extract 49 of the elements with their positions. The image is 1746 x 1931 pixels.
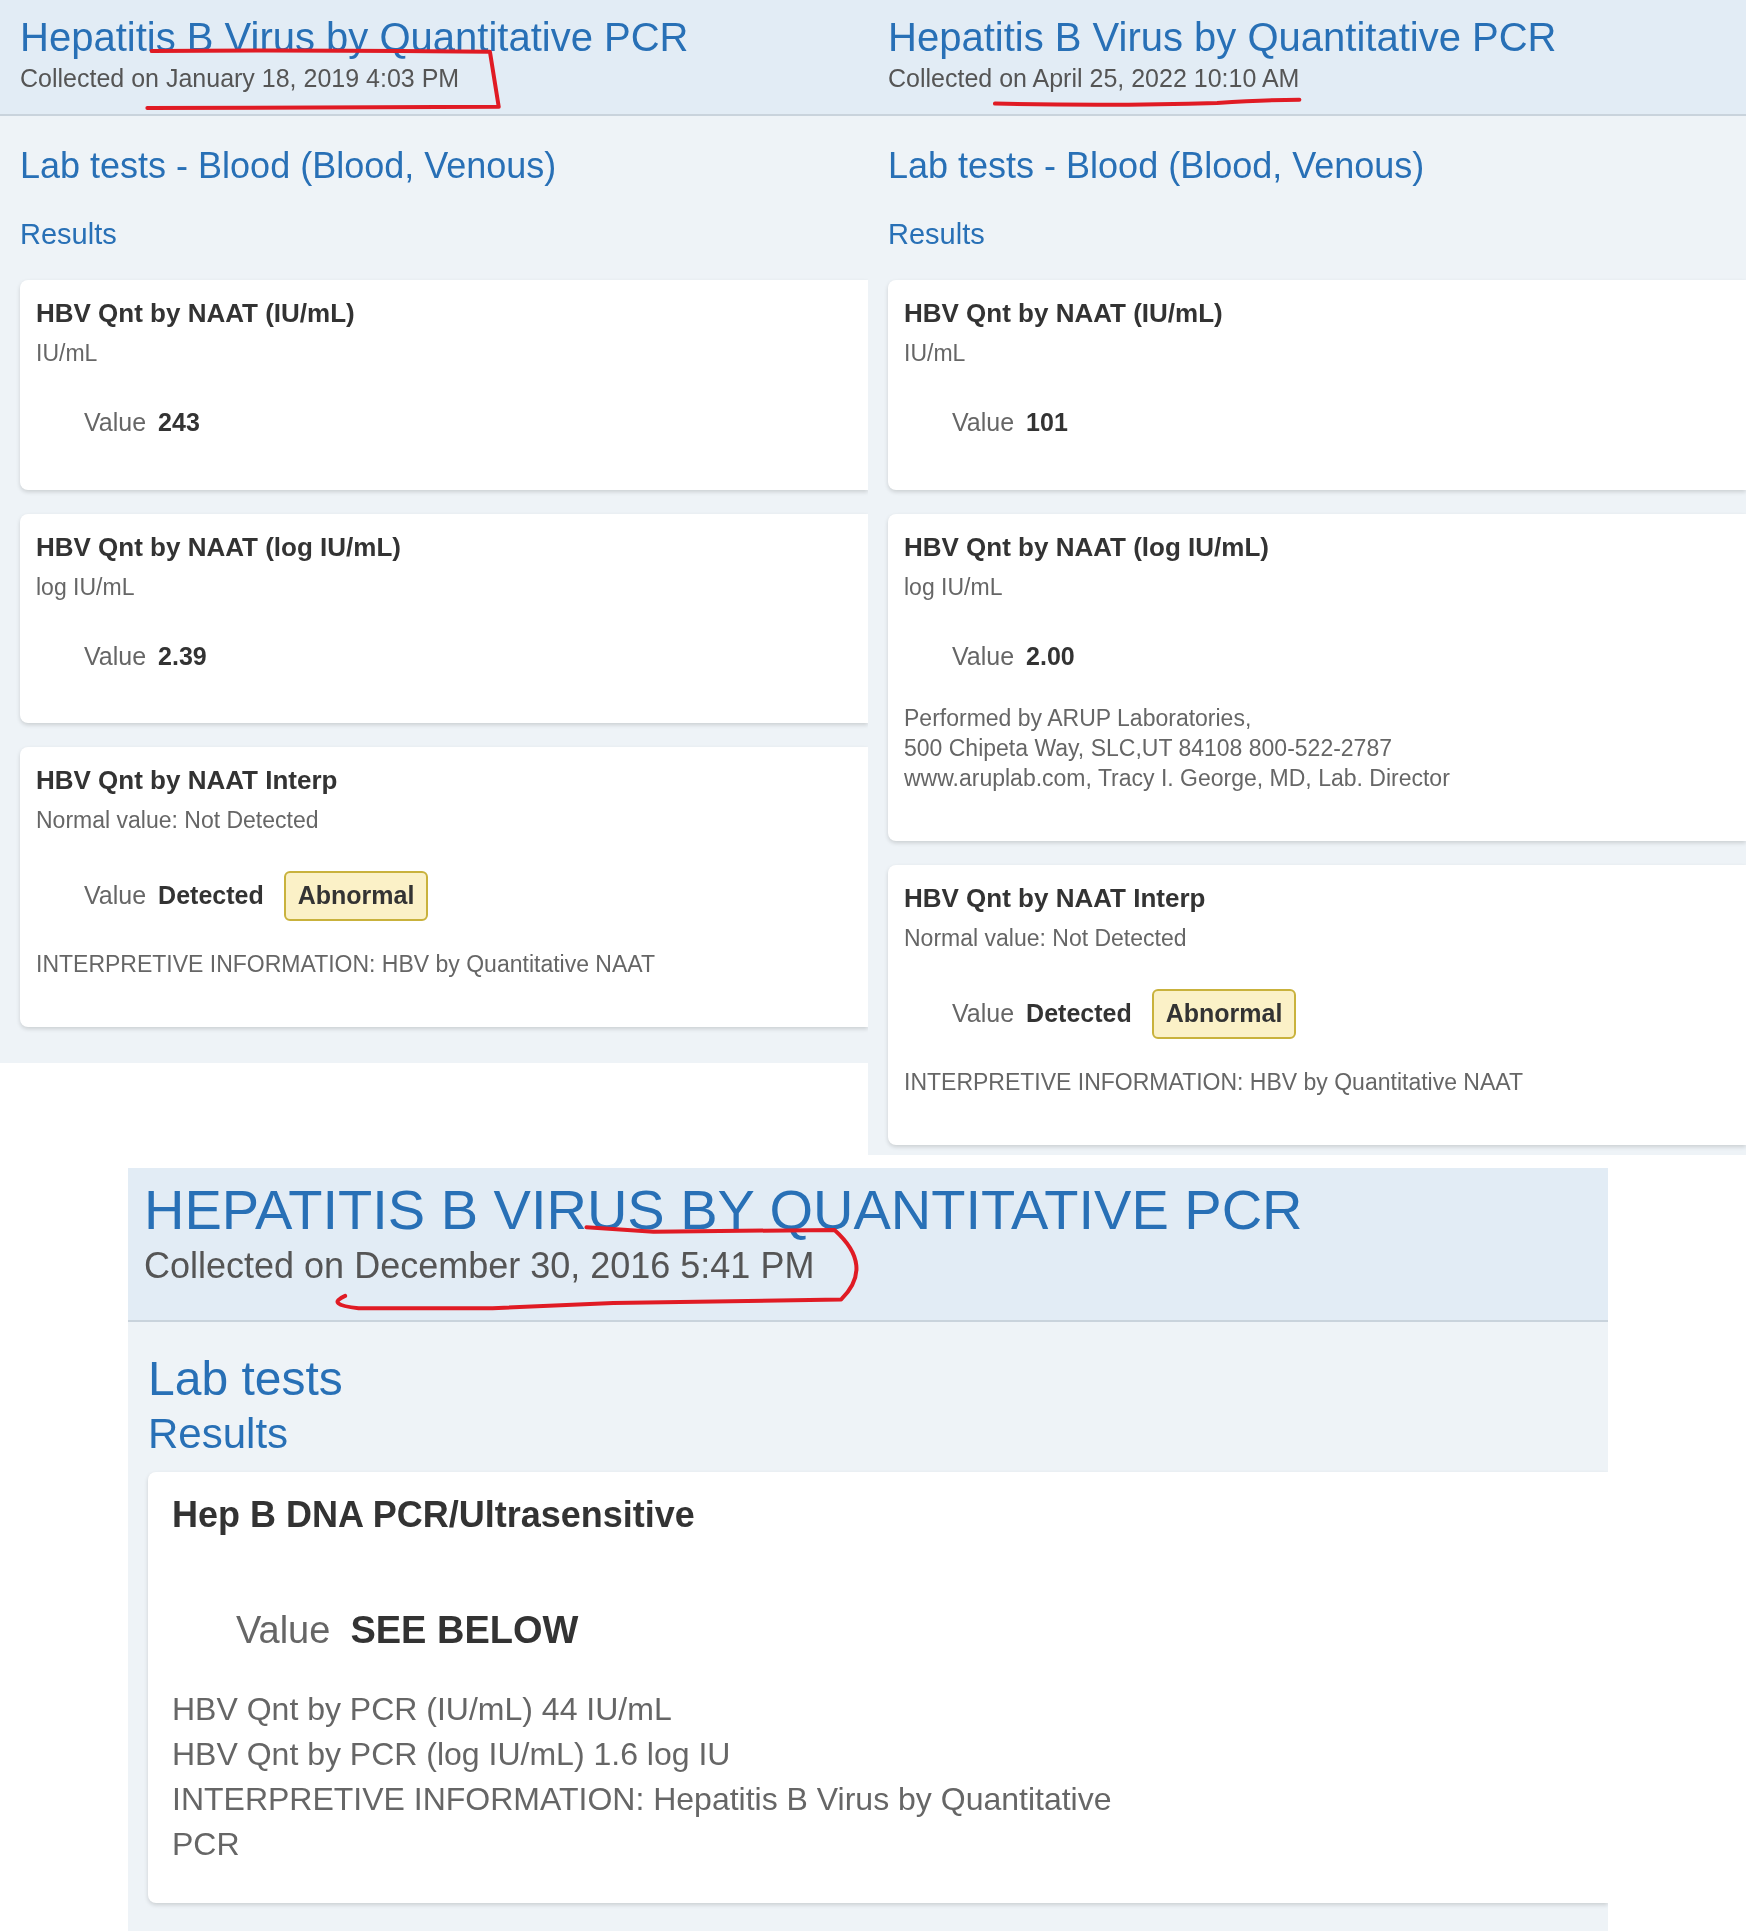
- results-heading: Results: [148, 1409, 290, 1459]
- result-note: Performed by ARUP Laboratories,: [904, 704, 1253, 733]
- abnormal-flag: Abnormal: [283, 871, 429, 921]
- result-note: INTERPRETIVE INFORMATION: Hepatitis B Virus by Quantitative: [172, 1780, 1113, 1819]
- value-label: Value: [84, 407, 147, 438]
- section-heading: Lab tests - Blood (Blood, Venous): [20, 144, 558, 188]
- unit-label: Normal value: Not Detected: [36, 806, 320, 835]
- result-value: Detected: [1026, 998, 1132, 1029]
- value-label: Value: [236, 1608, 331, 1653]
- value-label: Value: [952, 407, 1015, 438]
- collected-date: Collected on January 18, 2019 4:03 PM: [20, 63, 460, 94]
- value-label: Value: [952, 640, 1015, 672]
- unit-label: IU/mL: [36, 339, 99, 368]
- test-name: HBV Qnt by NAAT (IU/mL): [36, 297, 356, 330]
- test-name: HBV Qnt by NAAT Interp: [36, 764, 339, 797]
- unit-label: log IU/mL: [904, 572, 1004, 602]
- test-name: HBV Qnt by NAAT Interp: [904, 882, 1207, 915]
- test-name: Hep B DNA PCR/Ultrasensitive: [172, 1493, 696, 1537]
- result-note: PCR: [172, 1825, 241, 1864]
- result-value: SEE BELOW: [350, 1608, 579, 1653]
- abnormal-flag: Abnormal: [1151, 989, 1297, 1039]
- result-note: INTERPRETIVE INFORMATION: HBV by Quantitative NAAT: [904, 1067, 1524, 1097]
- section-heading: Lab tests - Blood (Blood, Venous): [888, 144, 1426, 188]
- result-value: Detected: [158, 880, 264, 911]
- test-name: HBV Qnt by NAAT (log IU/mL): [904, 530, 1270, 564]
- unit-label: Normal value: Not Detected: [904, 924, 1188, 953]
- value-label: Value: [84, 880, 147, 911]
- report-title: Hepatitis B Virus by Quantitative PCR: [888, 14, 1558, 61]
- report-title: HEPATITIS B VIRUS BY QUANTITATIVE PCR: [144, 1177, 1304, 1243]
- test-name: HBV Qnt by NAAT (log IU/mL): [36, 530, 402, 564]
- result-value: 2.00: [1026, 640, 1075, 672]
- result-note: HBV Qnt by PCR (log IU/mL) 1.6 log IU: [172, 1735, 732, 1774]
- result-value: 2.39: [158, 640, 207, 672]
- unit-label: IU/mL: [904, 339, 967, 368]
- result-value: 243: [158, 407, 200, 438]
- value-label: Value: [952, 998, 1015, 1029]
- value-label: Value: [84, 640, 147, 672]
- result-note: INTERPRETIVE INFORMATION: HBV by Quantitative NAAT: [36, 949, 656, 979]
- collected-date: Collected on December 30, 2016 5:41 PM: [144, 1244, 815, 1288]
- collected-date: Collected on April 25, 2022 10:10 AM: [888, 63, 1300, 94]
- result-note: 500 Chipeta Way, SLC,UT 84108 800-522-2787: [904, 734, 1393, 763]
- result-note: www.aruplab.com, Tracy I. George, MD, Lab. Director: [904, 764, 1451, 793]
- results-heading: Results: [888, 217, 986, 252]
- result-value: 101: [1026, 407, 1068, 438]
- test-name: HBV Qnt by NAAT (IU/mL): [904, 297, 1224, 330]
- unit-label: log IU/mL: [36, 572, 136, 602]
- results-heading: Results: [20, 217, 118, 252]
- section-heading: Lab tests: [148, 1351, 344, 1407]
- result-note: HBV Qnt by PCR (IU/mL) 44 IU/mL: [172, 1690, 673, 1729]
